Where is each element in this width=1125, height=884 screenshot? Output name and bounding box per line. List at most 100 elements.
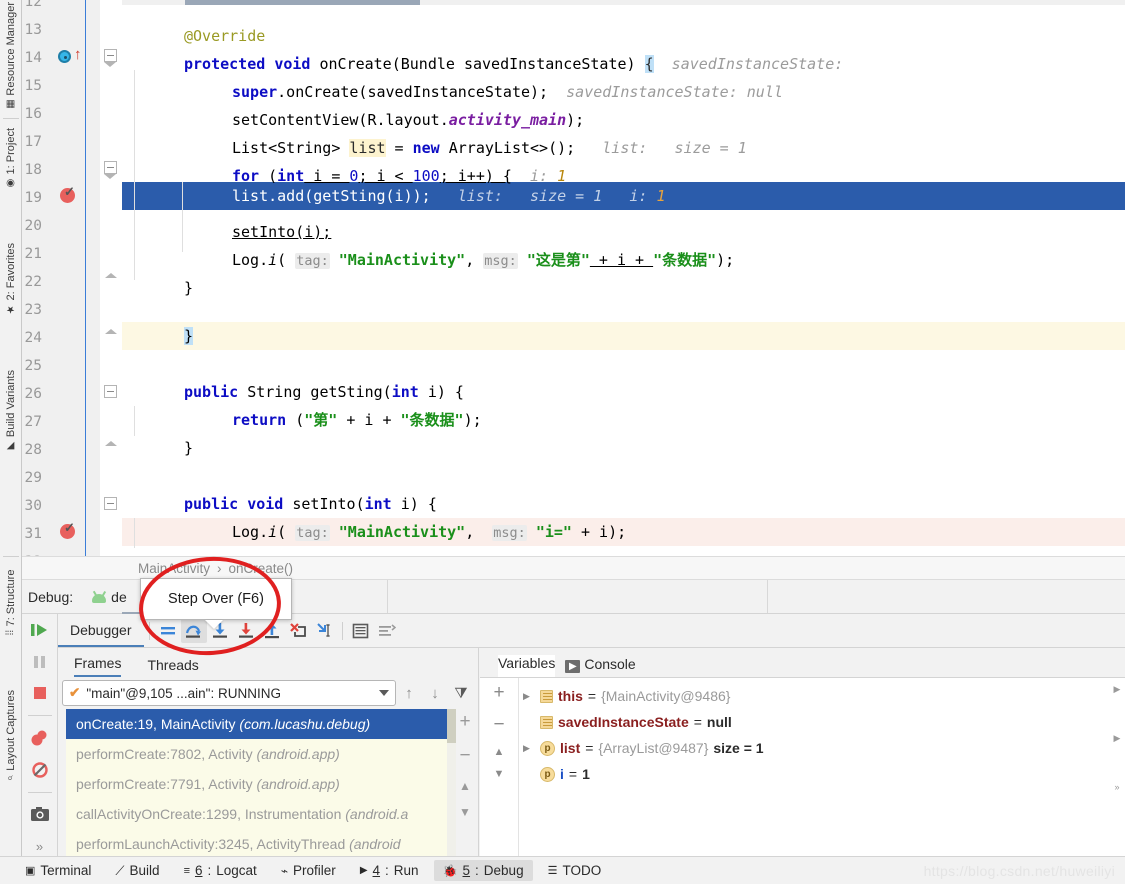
more-icon[interactable]: » bbox=[29, 836, 51, 856]
left-tool-strip: ▦ Resource Manager ◉ 1: Project ★ 2: Fav… bbox=[0, 0, 22, 856]
remove-watch-button[interactable]: − bbox=[459, 745, 470, 767]
pause-program-icon[interactable] bbox=[29, 652, 51, 672]
breadcrumb-method[interactable]: onCreate() bbox=[229, 561, 294, 576]
sidebar-item-project[interactable]: ◉ 1: Project bbox=[0, 128, 22, 188]
sidebar-item-favorites[interactable]: ★ 2: Favorites bbox=[0, 243, 22, 314]
breadcrumb[interactable]: MainActivity › onCreate() bbox=[22, 556, 1125, 580]
status-item-profiler[interactable]: ⌁ Profiler bbox=[272, 860, 345, 881]
status-item-todo[interactable]: ☰ TODO bbox=[539, 860, 611, 881]
sidebar-item-build-variants[interactable]: ◤ Build Variants bbox=[0, 370, 22, 451]
fold-marker-18-icon[interactable] bbox=[104, 161, 117, 174]
code-line-16: setContentView(R.layout.activity_main); bbox=[232, 111, 585, 129]
code-line-17: List<String> list = new ArrayList<>(); l… bbox=[232, 139, 747, 157]
stop-icon[interactable] bbox=[29, 684, 51, 704]
status-label-logcat: Logcat bbox=[216, 863, 257, 878]
tab-frames[interactable]: Frames bbox=[74, 655, 122, 677]
list-item[interactable]: savedInstanceState = null bbox=[519, 709, 1125, 735]
list-item[interactable]: ▶ p list = {ArrayList@9487} size = 1 bbox=[519, 735, 1125, 761]
variable-eq: = bbox=[693, 714, 702, 730]
sidebar-item-resource-manager[interactable]: ▦ Resource Manager bbox=[0, 2, 22, 110]
frames-down-button[interactable]: ↓ bbox=[422, 680, 448, 706]
run-to-cursor-icon[interactable] bbox=[311, 619, 337, 643]
add-watch-button[interactable]: + bbox=[459, 711, 470, 733]
status-item-build[interactable]: ⟋ Build bbox=[106, 860, 168, 882]
list-item[interactable]: performCreate:7791, Activity (android.ap… bbox=[66, 769, 450, 799]
step-over-icon[interactable] bbox=[180, 618, 207, 643]
status-item-terminal[interactable]: ▣ Terminal bbox=[16, 860, 100, 881]
move-up-button[interactable]: ▲ bbox=[459, 779, 471, 793]
screenshot-icon[interactable] bbox=[29, 805, 51, 825]
force-step-into-icon[interactable] bbox=[233, 619, 259, 643]
fold-marker-26-icon[interactable] bbox=[104, 385, 117, 398]
settings-icon[interactable] bbox=[374, 619, 400, 643]
layout-captures-icon: ⌕ bbox=[5, 773, 16, 784]
status-item-debug[interactable]: 🐞 5: Debug bbox=[433, 860, 533, 881]
chevron-right-icon[interactable]: ▶ bbox=[523, 743, 535, 754]
override-method-icon[interactable] bbox=[58, 50, 71, 63]
remove-variable-button[interactable]: − bbox=[493, 714, 504, 736]
chevron-right-icon[interactable]: ▶ bbox=[523, 691, 535, 702]
mute-breakpoints-icon[interactable] bbox=[29, 760, 51, 780]
move-down-button[interactable]: ▼ bbox=[459, 805, 471, 819]
variables-expand-icon[interactable]: ▶ bbox=[1114, 684, 1121, 695]
editor-gutter[interactable]: 12 13 14 15 16 17 18 19 20 21 22 23 24 2… bbox=[22, 0, 100, 556]
resume-program-icon[interactable] bbox=[29, 620, 51, 640]
list-item[interactable]: performCreate:7802, Activity (android.ap… bbox=[66, 739, 450, 769]
filter-icon[interactable]: ⧩ bbox=[448, 680, 474, 706]
code-line-14: protected void onCreate(Bundle savedInst… bbox=[184, 55, 844, 73]
evaluate-expression-icon[interactable] bbox=[348, 619, 374, 643]
list-item[interactable]: p i = 1 bbox=[519, 761, 1125, 787]
variable-name: this bbox=[558, 688, 583, 704]
variables-down-button[interactable]: ▼ bbox=[494, 768, 505, 780]
code-line-19: list.add(getSting(i)); list: size = 1 i:… bbox=[232, 187, 666, 205]
status-label-build: Build bbox=[129, 863, 160, 878]
view-breakpoints-icon[interactable] bbox=[29, 728, 51, 748]
variable-extra: size = 1 bbox=[713, 740, 764, 756]
code-line-24: } bbox=[184, 327, 194, 345]
breakpoint-line-19-icon[interactable] bbox=[60, 184, 75, 203]
code-text-area[interactable]: @Override protected void onCreate(Bundle… bbox=[122, 0, 1125, 556]
add-variable-button[interactable]: + bbox=[493, 682, 504, 704]
variables-more-icon[interactable]: » bbox=[1114, 782, 1119, 792]
list-item[interactable]: callActivityOnCreate:1299, Instrumentati… bbox=[66, 799, 450, 829]
variable-value: null bbox=[706, 714, 732, 730]
run-icon: ▶ bbox=[359, 865, 368, 876]
tab-variables[interactable]: Variables bbox=[498, 655, 556, 677]
tab-debugger[interactable]: Debugger bbox=[58, 614, 144, 647]
fold-marker-14-icon[interactable] bbox=[104, 49, 117, 62]
breadcrumb-class[interactable]: MainActivity bbox=[138, 561, 210, 576]
thread-selector-row: ✔ "main"@9,105 ...ain": RUNNING ↑ ↓ ⧩ bbox=[58, 677, 478, 709]
step-out-icon[interactable] bbox=[259, 619, 285, 643]
list-item[interactable]: performLaunchActivity:3245, ActivityThre… bbox=[66, 829, 450, 856]
debug-device-name[interactable]: de bbox=[111, 589, 127, 605]
build-icon: ⟋ bbox=[115, 862, 125, 878]
variable-name: list bbox=[560, 740, 581, 756]
status-item-logcat[interactable]: ≡ 6: Logcat bbox=[175, 860, 266, 881]
code-editor[interactable]: 12 13 14 15 16 17 18 19 20 21 22 23 24 2… bbox=[22, 0, 1125, 556]
list-item[interactable]: ▶ this = {MainActivity@9486} bbox=[519, 683, 1125, 709]
toolbar-sep-1 bbox=[148, 621, 150, 640]
thread-selector[interactable]: ✔ "main"@9,105 ...ain": RUNNING bbox=[62, 680, 396, 706]
frames-up-button[interactable]: ↑ bbox=[396, 680, 422, 706]
android-studio-window: ▦ Resource Manager ◉ 1: Project ★ 2: Fav… bbox=[0, 0, 1125, 884]
status-mnemonic-debug: 5 bbox=[462, 863, 471, 878]
sidebar-item-structure[interactable]: ⁞⁞ 7: Structure bbox=[0, 570, 22, 635]
frames-list[interactable]: onCreate:19, MainActivity (com.lucashu.d… bbox=[66, 709, 450, 856]
status-mnemonic-run: 4 bbox=[372, 863, 381, 878]
watermark: https://blog.csdn.net/huweiliyi bbox=[923, 863, 1115, 879]
tab-threads[interactable]: Threads bbox=[147, 657, 198, 677]
breakpoint-line-31-icon[interactable] bbox=[60, 520, 75, 539]
status-item-run[interactable]: ▶ 4: Run bbox=[351, 860, 428, 881]
show-execution-point-icon[interactable] bbox=[155, 619, 181, 643]
field-icon bbox=[540, 715, 553, 729]
sidebar-item-layout-captures[interactable]: ⌕ Layout Captures bbox=[0, 690, 22, 784]
fold-marker-30-icon[interactable] bbox=[104, 497, 117, 510]
tab-console[interactable]: ▶ Console bbox=[565, 656, 636, 677]
list-item[interactable]: onCreate:19, MainActivity (com.lucashu.d… bbox=[66, 709, 450, 739]
drop-frame-icon[interactable] bbox=[285, 619, 311, 643]
code-folding-column[interactable] bbox=[100, 0, 122, 556]
variables-up-button[interactable]: ▲ bbox=[494, 746, 505, 758]
build-variants-icon: ◤ bbox=[5, 440, 16, 452]
variables-collapse-icon[interactable]: ▶ bbox=[1114, 733, 1121, 744]
variables-tree[interactable]: ▶ this = {MainActivity@9486} savedInstan… bbox=[518, 678, 1125, 856]
